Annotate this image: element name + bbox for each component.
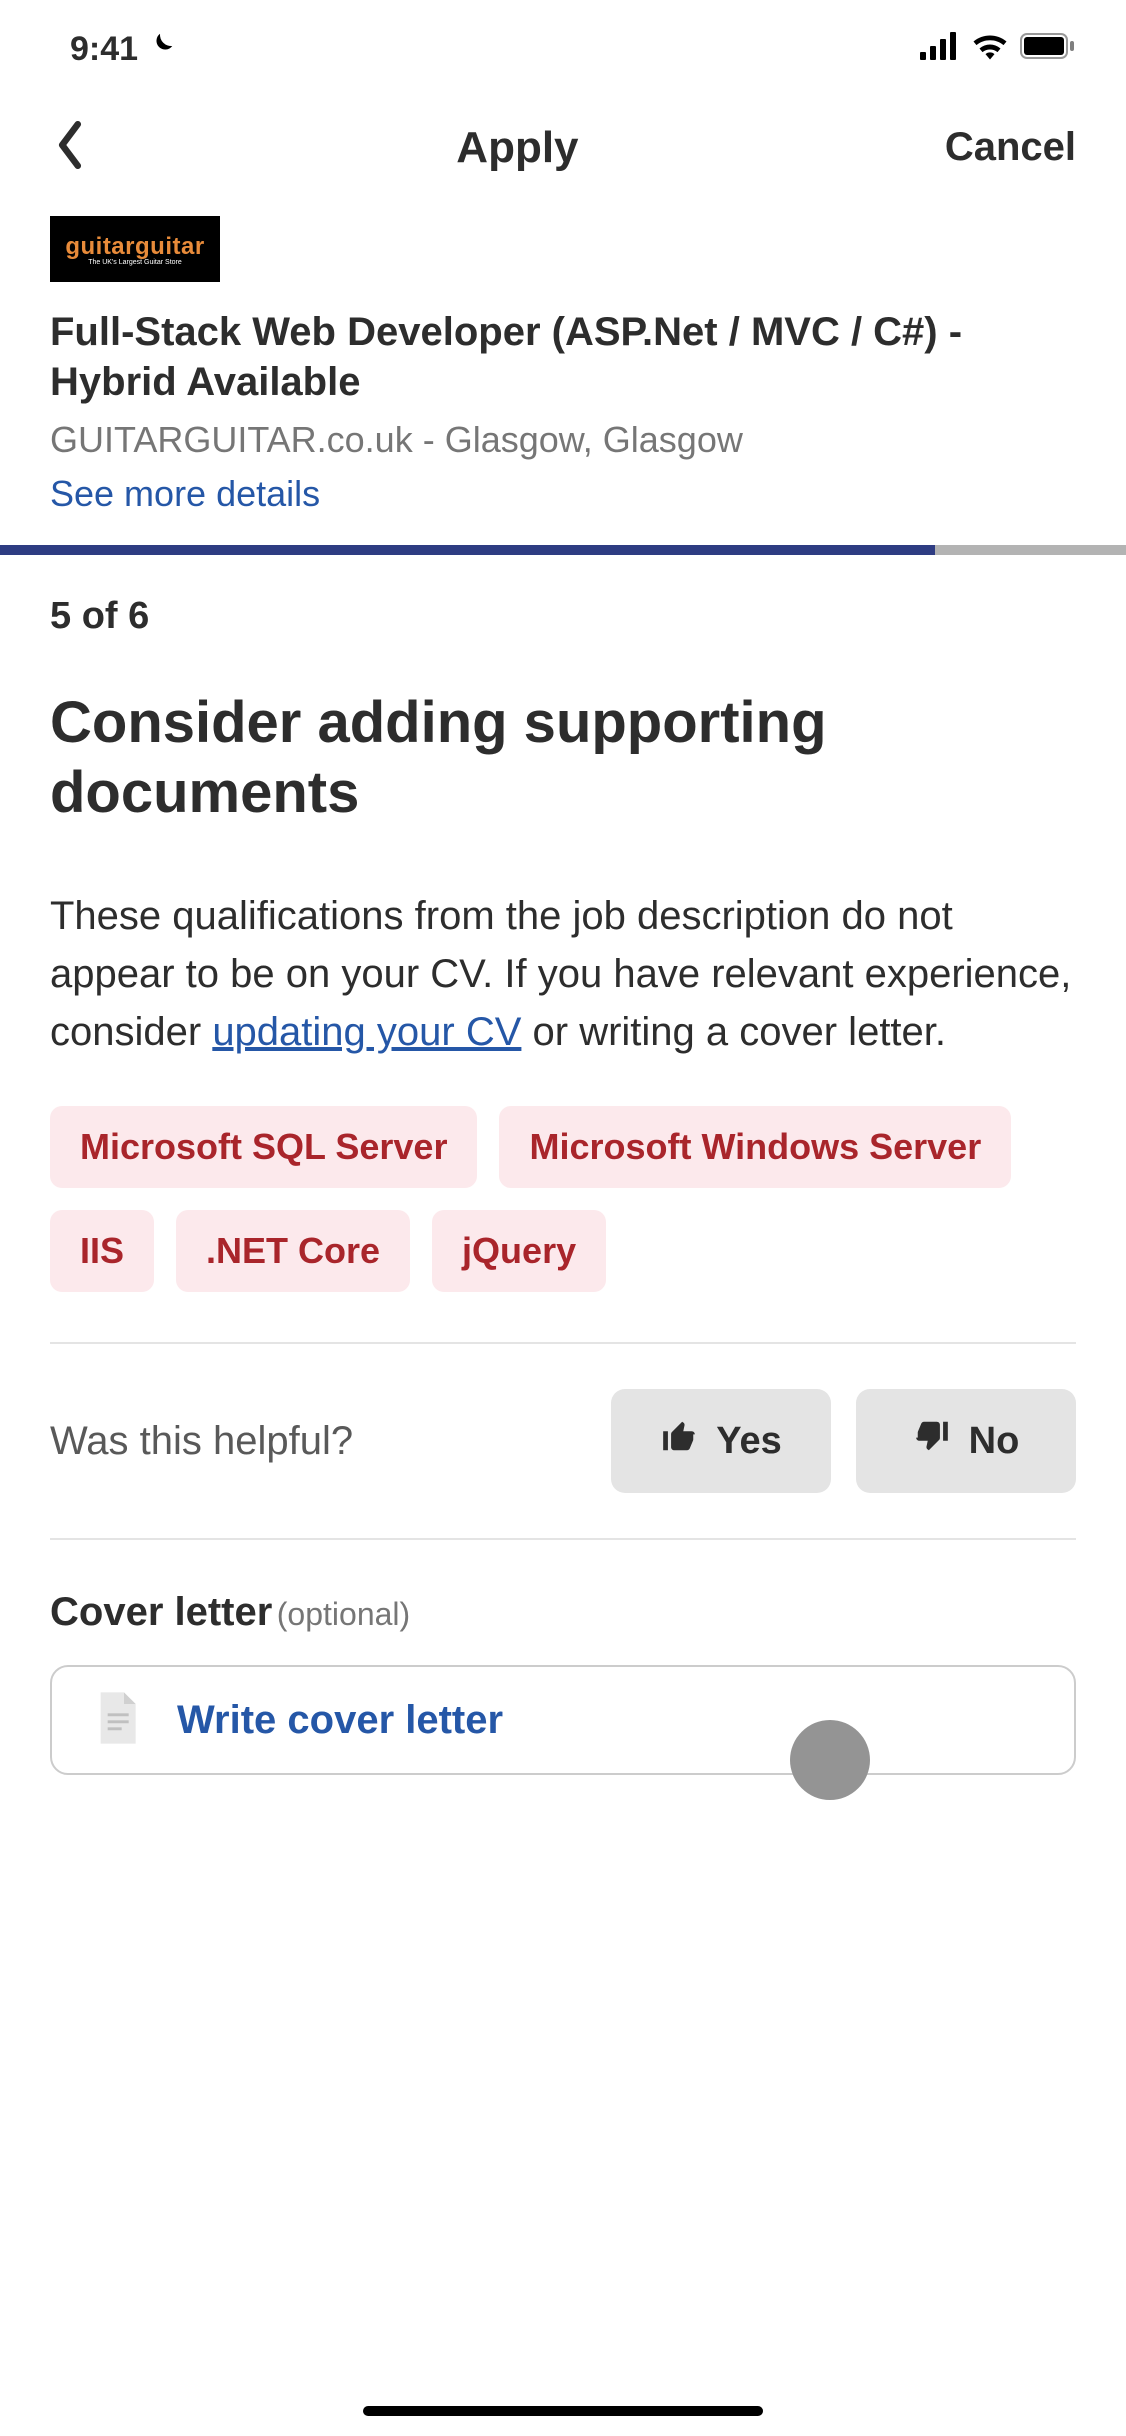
- write-cover-letter-label: Write cover letter: [177, 1698, 503, 1743]
- skill-chip: Microsoft Windows Server: [499, 1106, 1011, 1188]
- skill-chip: jQuery: [432, 1210, 606, 1292]
- status-right: [920, 30, 1076, 69]
- document-icon: [92, 1690, 142, 1751]
- logo-tagline: The UK's Largest Guitar Store: [88, 259, 182, 266]
- feedback-buttons: Yes No: [611, 1389, 1076, 1493]
- cellular-icon: [920, 30, 960, 69]
- feedback-row: Was this helpful? Yes No: [50, 1344, 1076, 1538]
- feedback-yes-button[interactable]: Yes: [611, 1389, 831, 1493]
- page-heading: Consider adding supporting documents: [50, 688, 1076, 827]
- battery-icon: [1020, 30, 1076, 69]
- status-time: 9:41: [70, 30, 138, 69]
- divider: [50, 1538, 1076, 1540]
- skill-chip: Microsoft SQL Server: [50, 1106, 477, 1188]
- feedback-no-button[interactable]: No: [856, 1389, 1076, 1493]
- thumbs-down-icon: [913, 1417, 951, 1465]
- cancel-button[interactable]: Cancel: [945, 125, 1076, 170]
- cover-letter-optional: (optional): [277, 1596, 410, 1632]
- page-title: Apply: [456, 123, 578, 173]
- home-indicator[interactable]: [363, 2406, 763, 2416]
- job-title: Full-Stack Web Developer (ASP.Net / MVC …: [50, 307, 1076, 407]
- cover-letter-heading: Cover letter: [50, 1590, 272, 1634]
- company-logo: guitarguitar The UK's Largest Guitar Sto…: [50, 216, 220, 282]
- nav-header: Apply Cancel: [0, 89, 1126, 216]
- feedback-yes-label: Yes: [716, 1420, 782, 1463]
- status-bar: 9:41: [0, 0, 1126, 89]
- main-content: 5 of 6 Consider adding supporting docume…: [0, 555, 1126, 1540]
- back-button[interactable]: [50, 119, 90, 176]
- progress-bar: [0, 545, 1126, 555]
- progress-fill: [0, 545, 935, 555]
- description-after: or writing a cover letter.: [521, 1010, 946, 1054]
- cover-letter-section: Cover letter (optional) Write cover lett…: [0, 1590, 1126, 1775]
- touch-indicator: [790, 1720, 870, 1800]
- feedback-label: Was this helpful?: [50, 1419, 353, 1464]
- moon-icon: [146, 30, 176, 69]
- logo-text: guitarguitar: [65, 233, 204, 261]
- feedback-no-label: No: [969, 1420, 1020, 1463]
- job-summary: guitarguitar The UK's Largest Guitar Sto…: [0, 216, 1126, 545]
- skill-chips: Microsoft SQL Server Microsoft Windows Se…: [50, 1106, 1076, 1292]
- skill-chip: .NET Core: [176, 1210, 410, 1292]
- step-indicator: 5 of 6: [50, 595, 1076, 638]
- update-cv-link[interactable]: updating your CV: [212, 1010, 521, 1054]
- description-text: These qualifications from the job descri…: [50, 887, 1076, 1061]
- write-cover-letter-button[interactable]: Write cover letter: [50, 1665, 1076, 1775]
- job-company-location: GUITARGUITAR.co.uk - Glasgow, Glasgow: [50, 419, 1076, 461]
- status-left: 9:41: [70, 30, 176, 69]
- thumbs-up-icon: [660, 1417, 698, 1465]
- wifi-icon: [972, 30, 1008, 69]
- see-more-details-link[interactable]: See more details: [50, 473, 1076, 515]
- skill-chip: IIS: [50, 1210, 154, 1292]
